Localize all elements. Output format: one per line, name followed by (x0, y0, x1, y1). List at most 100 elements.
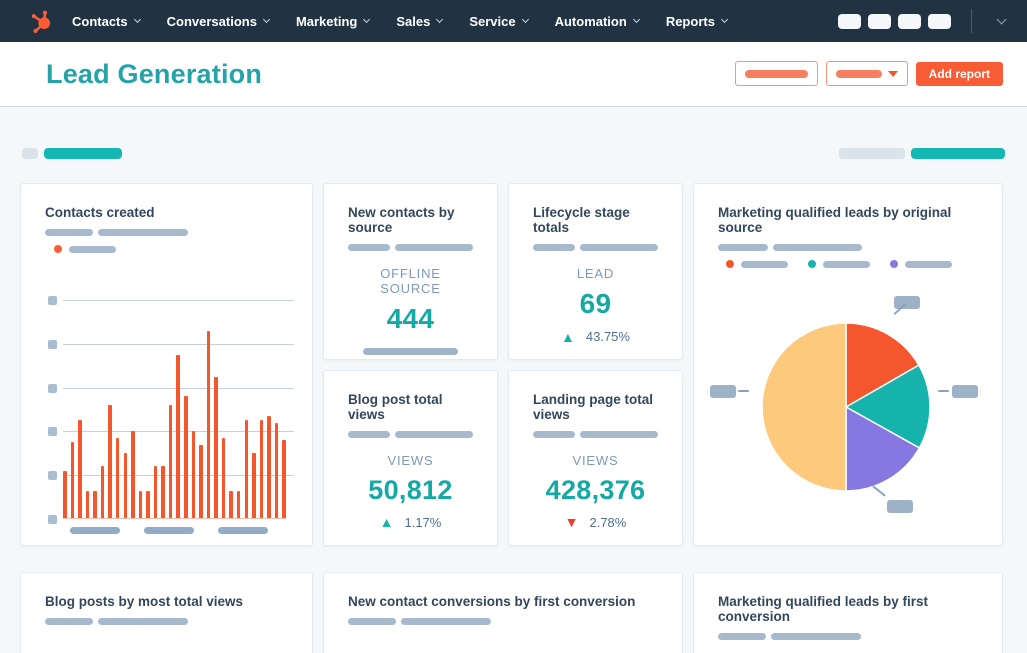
dashboard-filters-left (22, 148, 122, 159)
bar[interactable] (274, 422, 279, 519)
contacts-created-bars[interactable] (63, 300, 286, 519)
filter-teal-pill[interactable] (44, 148, 122, 159)
bar[interactable] (259, 420, 264, 519)
card-title: New contact conversions by first convers… (348, 594, 636, 609)
bar[interactable] (131, 431, 135, 519)
pie-chart-area (694, 184, 1002, 545)
pie-label-placeholder (887, 500, 913, 513)
bar[interactable] (146, 490, 150, 519)
nav-icon-placeholder[interactable] (928, 13, 951, 29)
nav-item-automation[interactable]: Automation (555, 14, 640, 29)
card-mql-by-original-source: Marketing qualified leads by original so… (693, 183, 1003, 546)
delta-percent: 2.78% (589, 514, 627, 530)
trend-up-icon: ▲ (561, 328, 575, 345)
nav-divider (971, 9, 972, 33)
bar[interactable] (176, 354, 180, 519)
bar[interactable] (108, 405, 112, 519)
bar[interactable] (85, 490, 90, 519)
nav-icon-placeholder[interactable] (838, 13, 861, 29)
card-subtitle-placeholder (348, 618, 658, 625)
bar[interactable] (229, 490, 233, 519)
metric-label: VIEWS (572, 452, 619, 468)
pie-label-placeholder (894, 296, 920, 309)
nav-item-reports[interactable]: Reports (666, 14, 728, 29)
bar[interactable] (100, 466, 105, 519)
pie-label-placeholder (952, 385, 978, 398)
delta-percent: 1.17% (404, 514, 442, 530)
contacts-created-plot[interactable] (45, 296, 294, 524)
legend-label-placeholder (69, 245, 116, 253)
metric-delta: ▲ 1.17% (348, 515, 473, 530)
nav-icon-placeholder[interactable] (868, 13, 891, 29)
pie-callout-line (738, 390, 749, 392)
add-report-button[interactable]: Add report (915, 61, 1003, 86)
nav-item-service[interactable]: Service (469, 14, 529, 29)
nav-utility-area (831, 9, 1011, 33)
bar[interactable] (168, 405, 173, 519)
x-axis-line (63, 518, 286, 519)
card-subtitle-placeholder (533, 244, 658, 251)
account-chevron-down-icon[interactable] (996, 14, 1007, 24)
bar[interactable] (252, 453, 256, 519)
redacted-label-bar (835, 69, 882, 78)
page-header: Lead Generation Add report (0, 42, 1027, 107)
card-subtitle-placeholder (348, 244, 473, 251)
bar[interactable] (161, 466, 165, 519)
nav-item-marketing[interactable]: Marketing (296, 14, 371, 29)
bar[interactable] (267, 416, 271, 519)
chevron-down-icon (632, 15, 640, 24)
dashboard-action-dropdown[interactable] (825, 61, 908, 86)
card-blog-post-total-views: Blog post total views VIEWS 50,812 ▲ 1.1… (323, 369, 498, 546)
nav-item-sales[interactable]: Sales (396, 14, 444, 29)
metric-delta: ▼ 2.78% (533, 515, 658, 530)
pie-slice[interactable] (761, 322, 847, 492)
bar[interactable] (184, 396, 188, 519)
nav-item-conversations[interactable]: Conversations (167, 14, 270, 29)
bar[interactable] (236, 490, 241, 519)
card-mql-by-first-conversion: Marketing qualified leads by first conve… (693, 572, 1003, 653)
metric-value: 50,812 (368, 474, 453, 505)
mql-pie-chart[interactable] (761, 322, 931, 492)
bar[interactable] (282, 440, 286, 519)
legend-dot-icon (54, 245, 62, 253)
metric-value: 444 (386, 303, 435, 334)
nav-icon-placeholder[interactable] (898, 13, 921, 29)
nav-item-contacts[interactable]: Contacts (72, 14, 141, 29)
bar[interactable] (206, 330, 211, 519)
bar[interactable] (221, 437, 226, 519)
bar[interactable] (214, 376, 218, 519)
bar[interactable] (153, 466, 158, 519)
pie-label-placeholder (710, 385, 736, 398)
chevron-down-icon (262, 15, 270, 24)
dashboard-action-button[interactable] (734, 61, 818, 86)
card-new-contacts-by-source: New contacts by source OFFLINE SOURCE 44… (323, 183, 498, 360)
bar[interactable] (123, 453, 127, 519)
metric-label: VIEWS (387, 452, 434, 468)
card-subtitle-placeholder (348, 430, 473, 438)
bar[interactable] (93, 490, 97, 519)
bar[interactable] (70, 442, 75, 519)
hubspot-logo-icon[interactable] (28, 8, 54, 34)
bar[interactable] (244, 420, 248, 519)
card-subtitle-placeholder (45, 618, 288, 625)
card-title: Landing page total views (533, 391, 653, 422)
filter-teal-pill[interactable] (911, 148, 1005, 159)
card-subtitle-placeholder (45, 229, 288, 236)
bar[interactable] (63, 470, 67, 519)
card-contacts-created: Contacts created (20, 183, 313, 546)
bar[interactable] (78, 420, 82, 519)
filter-placeholder[interactable] (839, 148, 905, 159)
metric-caption-placeholder (363, 348, 458, 355)
metric-label: LEAD (576, 266, 615, 281)
main-nav: Contacts Conversations Marketing Sales S… (72, 14, 728, 29)
card-subtitle-placeholder (718, 633, 978, 640)
metric-delta: ▲ 43.75% (533, 329, 658, 344)
bar[interactable] (191, 431, 196, 519)
pie-callout-line (938, 390, 949, 392)
bar[interactable] (115, 437, 120, 519)
card-title: Blog posts by most total views (45, 594, 244, 609)
bar[interactable] (138, 490, 143, 519)
card-title: Marketing qualified leads by first conve… (718, 594, 929, 624)
filter-placeholder[interactable] (22, 148, 38, 159)
bar[interactable] (199, 444, 203, 519)
